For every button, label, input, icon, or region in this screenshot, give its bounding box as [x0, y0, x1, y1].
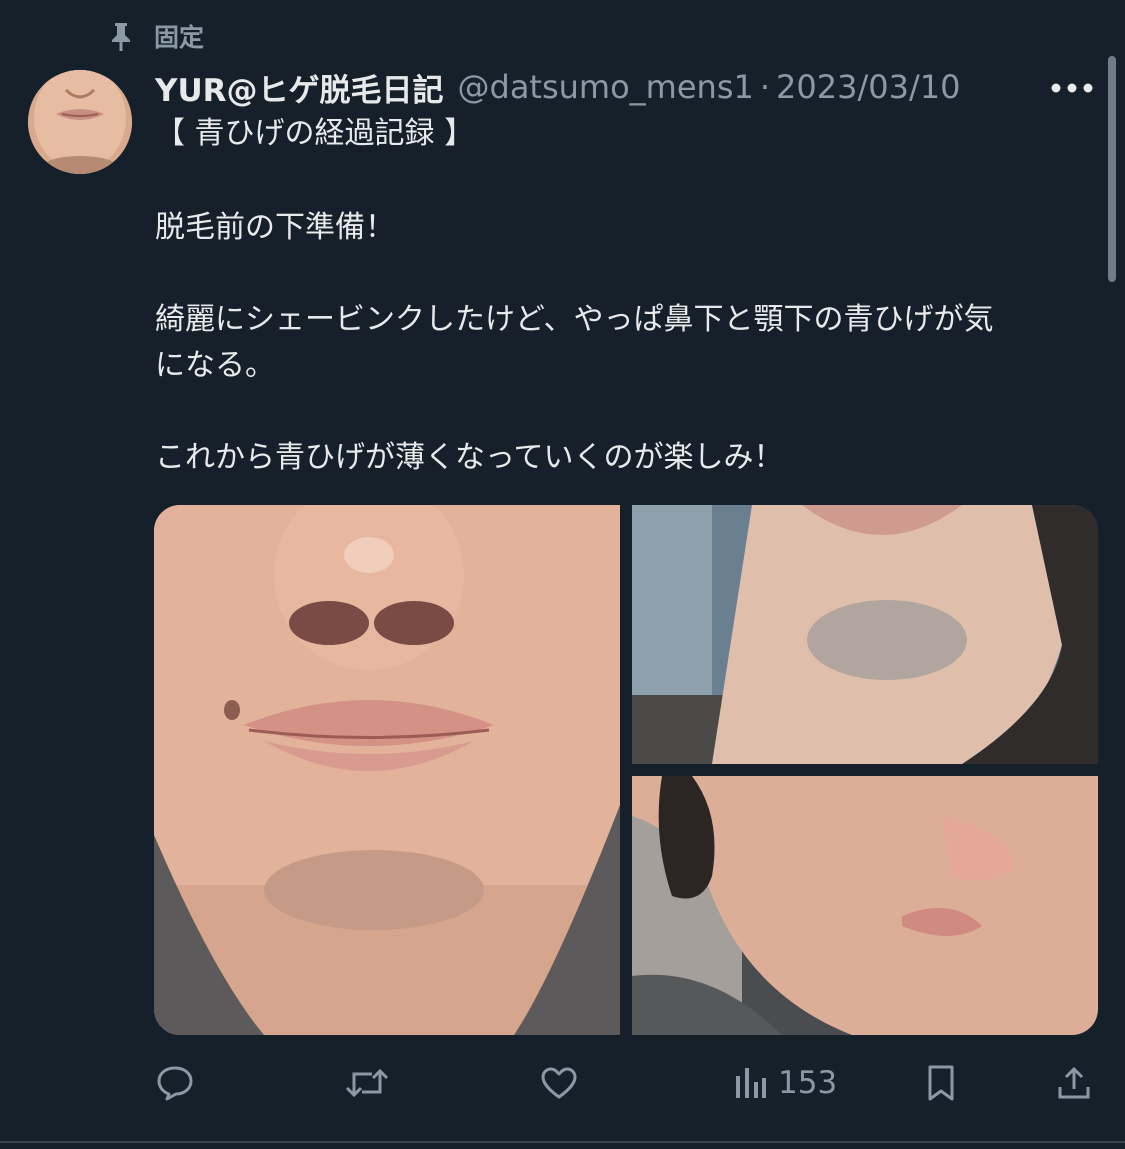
tweet-text-line: これから青ひげが薄くなっていくのが楽しみ！ [155, 440, 784, 475]
views-count: 153 [778, 1065, 838, 1101]
retweet-button[interactable] [345, 1060, 389, 1106]
user-handle[interactable]: @datsumo_mens1 [458, 68, 754, 106]
photo-chin-underside[interactable] [632, 505, 1098, 764]
separator-dot: · [759, 68, 771, 106]
display-name[interactable]: YUR@ヒゲ脱毛日記 [155, 65, 444, 110]
tweet-text-line: になる。 [155, 348, 275, 383]
views-chart-icon [736, 1068, 766, 1098]
share-button[interactable] [1056, 1060, 1092, 1106]
tweet-actions: 153 [0, 1060, 1125, 1106]
reply-icon [157, 1066, 193, 1101]
like-button[interactable] [540, 1060, 578, 1106]
tweet-text-line: 脱毛前の下準備！ [155, 210, 395, 245]
bottom-divider [0, 1141, 1125, 1143]
views-button[interactable]: 153 [734, 1060, 837, 1106]
tweet-date[interactable]: 2023/03/10 [776, 68, 960, 106]
photo-side-profile[interactable] [632, 776, 1098, 1035]
bookmark-icon [928, 1065, 954, 1101]
pin-icon [112, 23, 130, 51]
tweet-text-line: 【 青ひげの経過記録 】 [155, 116, 475, 151]
tweet-header: YUR@ヒゲ脱毛日記 @datsumo_mens1 · 2023/03/10 [155, 62, 960, 112]
photo-mouth-closeup[interactable] [154, 505, 620, 1035]
more-options-button[interactable] [1046, 70, 1098, 106]
scrollbar[interactable] [1108, 56, 1116, 282]
more-icon [1051, 83, 1093, 93]
avatar[interactable] [28, 70, 132, 174]
pinned-indicator: 固定 [108, 16, 204, 56]
tweet-page: 固定 YUR@ヒゲ脱毛日記 @datsumo_mens1 · 2023/03/1… [0, 0, 1125, 1149]
heart-icon [541, 1067, 577, 1099]
tweet-text-line: 綺麗にシェービンクしたけど、やっぱ鼻下と顎下の青ひげが気 [155, 302, 994, 337]
retweet-icon [345, 1068, 389, 1098]
bookmark-button[interactable] [926, 1060, 956, 1106]
media-grid [154, 505, 1098, 1035]
pinned-label: 固定 [154, 23, 205, 52]
share-icon [1058, 1066, 1090, 1099]
reply-button[interactable] [156, 1060, 194, 1106]
